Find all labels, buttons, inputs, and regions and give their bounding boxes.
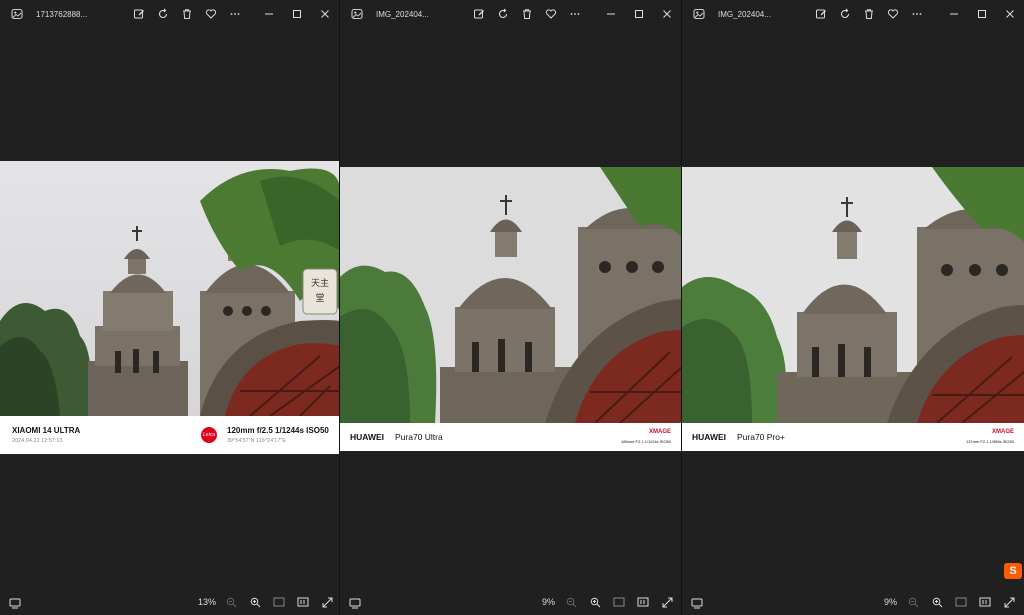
zoom-in-icon[interactable] <box>927 592 947 612</box>
zoom-out-icon[interactable] <box>561 592 581 612</box>
heart-icon[interactable] <box>882 3 904 25</box>
camera-model: XIAOMI 14 ULTRA <box>12 426 81 435</box>
zoom-level: 9% <box>884 597 898 607</box>
window-title: 1713762888... <box>36 9 88 19</box>
more-icon[interactable] <box>564 3 586 25</box>
zoom-level: 9% <box>542 597 556 607</box>
minimize-icon[interactable] <box>597 3 625 25</box>
zoom-out-icon[interactable] <box>221 592 241 612</box>
camera-watermark-frame: XIAOMI 14 ULTRA 2024.04.22 12:57:13 Leic… <box>0 416 339 454</box>
camera-watermark-frame: HUAWEI Pura70 Pro+ XMAGE 137mm F2.1 1/98… <box>682 423 1024 451</box>
title-bar[interactable]: IMG_202404... <box>682 0 1024 28</box>
more-icon[interactable] <box>224 3 246 25</box>
minimize-icon[interactable] <box>255 3 283 25</box>
svg-text:天主: 天主 <box>311 277 329 289</box>
fit-to-window-icon[interactable] <box>269 592 289 612</box>
capture-datetime: 2024.04.22 12:57:13 <box>12 438 63 444</box>
heart-icon[interactable] <box>540 3 562 25</box>
rotate-icon[interactable] <box>152 3 174 25</box>
maximize-icon[interactable] <box>968 3 996 25</box>
edit-image-icon[interactable] <box>468 3 490 25</box>
status-bar: 9% <box>682 589 1024 615</box>
screen: 1713762888... 天主 堂 XIAOMI 14 ULTRA 2024.… <box>0 0 1024 615</box>
actual-size-icon[interactable] <box>633 592 653 612</box>
heart-icon[interactable] <box>200 3 222 25</box>
rotate-icon[interactable] <box>834 3 856 25</box>
close-icon[interactable] <box>311 3 339 25</box>
edit-image-icon[interactable] <box>810 3 832 25</box>
more-icon[interactable] <box>906 3 928 25</box>
fullscreen-icon[interactable] <box>317 592 337 612</box>
fit-to-window-icon[interactable] <box>951 592 971 612</box>
exif-info: 137mm F2.1 1/985s ISO50 <box>965 439 1014 444</box>
camera-model: Pura70 Pro+ <box>737 432 785 442</box>
filmstrip-icon[interactable] <box>686 592 708 614</box>
status-bar: 13% <box>0 589 339 615</box>
window-title: IMG_202404... <box>376 9 429 19</box>
photos-app-icon[interactable] <box>688 3 710 25</box>
status-bar: 9% <box>340 589 681 615</box>
zoom-in-icon[interactable] <box>245 592 265 612</box>
filmstrip-icon[interactable] <box>344 592 366 614</box>
window-title: IMG_202404... <box>718 9 771 19</box>
photos-app-icon[interactable] <box>6 3 28 25</box>
filmstrip-icon[interactable] <box>4 592 26 614</box>
minimize-icon[interactable] <box>940 3 968 25</box>
actual-size-icon[interactable] <box>293 592 313 612</box>
camera-watermark-frame: HUAWEI Pura70 Ultra XMAGE 186mm F2.1 1/1… <box>340 423 681 451</box>
svg-text:堂: 堂 <box>315 292 324 304</box>
viewer-window-2: IMG_202404... HUAWEI Pura70 Ultra XMAGE … <box>340 0 682 615</box>
trash-icon[interactable] <box>176 3 198 25</box>
rotate-icon[interactable] <box>492 3 514 25</box>
fit-to-window-icon[interactable] <box>609 592 629 612</box>
exif-info: 186mm F2.1 1/1124s ISO50 <box>621 439 671 444</box>
site-watermark-logo: S <box>1004 563 1022 579</box>
fullscreen-icon[interactable] <box>657 592 677 612</box>
xmage-logo: XMAGE <box>648 429 671 435</box>
trash-icon[interactable] <box>858 3 880 25</box>
fullscreen-icon[interactable] <box>999 592 1019 612</box>
image-canvas[interactable]: 天主 堂 XIAOMI 14 ULTRA 2024.04.22 12:57:13… <box>0 28 339 589</box>
trash-icon[interactable] <box>516 3 538 25</box>
image-canvas[interactable]: HUAWEI Pura70 Pro+ XMAGE 137mm F2.1 1/98… <box>682 28 1024 589</box>
viewer-window-1: 1713762888... 天主 堂 XIAOMI 14 ULTRA 2024.… <box>0 0 340 615</box>
close-icon[interactable] <box>653 3 681 25</box>
title-bar[interactable]: 1713762888... <box>0 0 339 28</box>
maximize-icon[interactable] <box>283 3 311 25</box>
actual-size-icon[interactable] <box>975 592 995 612</box>
exif-info: 120mm f/2.5 1/1244s ISO50 <box>227 426 329 435</box>
edit-image-icon[interactable] <box>128 3 150 25</box>
image-canvas[interactable]: HUAWEI Pura70 Ultra XMAGE 186mm F2.1 1/1… <box>340 28 681 589</box>
title-bar[interactable]: IMG_202404... <box>340 0 681 28</box>
photo-church <box>682 167 1024 423</box>
camera-model: Pura70 Ultra <box>395 432 443 442</box>
photo-church: 天主 堂 <box>0 161 339 416</box>
zoom-out-icon[interactable] <box>903 592 923 612</box>
maximize-icon[interactable] <box>625 3 653 25</box>
zoom-in-icon[interactable] <box>585 592 605 612</box>
photos-app-icon[interactable] <box>346 3 368 25</box>
camera-brand: HUAWEI <box>350 432 384 442</box>
close-icon[interactable] <box>996 3 1024 25</box>
zoom-level: 13% <box>198 597 217 607</box>
xmage-logo: XMAGE <box>991 429 1014 435</box>
gps-coordinates: 39°54'57"N 116°24'17"E <box>227 438 286 444</box>
camera-brand: HUAWEI <box>692 432 726 442</box>
viewer-window-3: IMG_202404... HUAWEI Pura70 Pro+ XMAGE 1… <box>682 0 1024 615</box>
photo-church <box>340 167 681 423</box>
leica-logo-icon: Leica <box>201 427 217 443</box>
